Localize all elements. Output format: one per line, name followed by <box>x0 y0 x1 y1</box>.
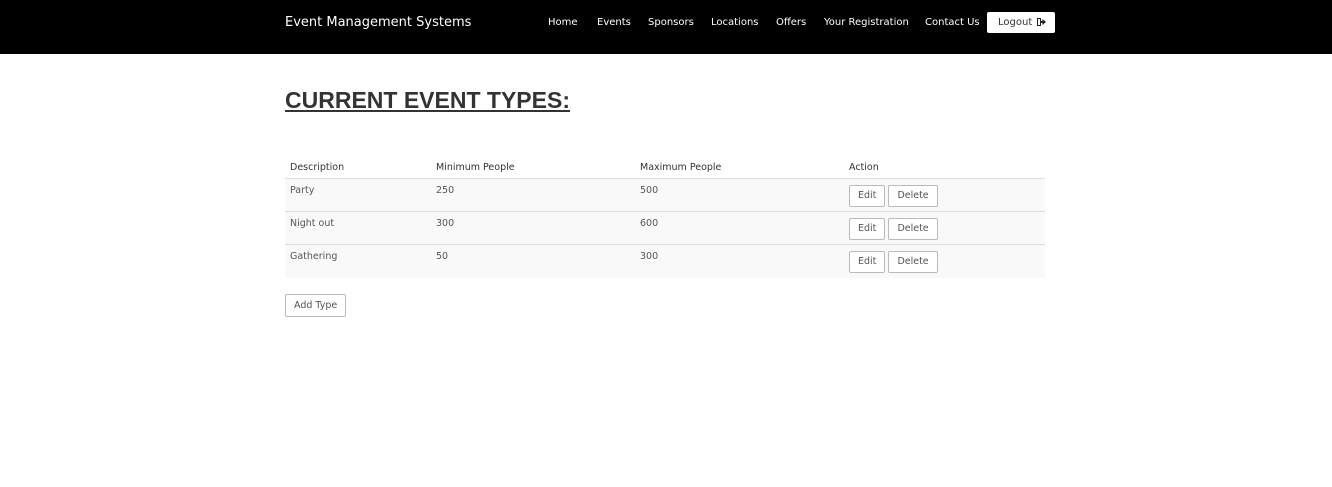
cell-description: Gathering <box>285 244 431 278</box>
logout-button[interactable]: Logout <box>987 12 1055 33</box>
cell-minimum-people: 250 <box>431 178 635 212</box>
nav-item-your-registration[interactable]: Your Registration <box>824 16 909 30</box>
nav-item-contact-us[interactable]: Contact Us <box>925 16 980 30</box>
delete-button[interactable]: Delete <box>888 218 938 240</box>
top-navbar: Event Management Systems Home Events Spo… <box>0 0 1332 54</box>
delete-button[interactable]: Delete <box>888 185 938 207</box>
cell-action: Edit Delete <box>844 244 1045 278</box>
cell-maximum-people: 500 <box>635 178 844 212</box>
edit-button[interactable]: Edit <box>849 185 886 207</box>
edit-button[interactable]: Edit <box>849 251 886 273</box>
nav-item-home[interactable]: Home <box>548 16 578 30</box>
header-description: Description <box>285 157 431 179</box>
cell-minimum-people: 300 <box>431 211 635 245</box>
table-row: Gathering 50 300 Edit Delete <box>285 244 1045 278</box>
nav-item-sponsors[interactable]: Sponsors <box>648 16 694 30</box>
cell-description: Night out <box>285 211 431 245</box>
header-maximum-people: Maximum People <box>635 157 844 179</box>
sign-out-icon <box>1037 18 1047 26</box>
cell-maximum-people: 600 <box>635 211 844 245</box>
table-row: Party 250 500 Edit Delete <box>285 178 1045 212</box>
logout-label: Logout <box>998 17 1033 28</box>
page-title: CURRENT EVENT TYPES: <box>285 87 570 113</box>
header-action: Action <box>844 157 1045 179</box>
cell-maximum-people: 300 <box>635 244 844 278</box>
delete-button[interactable]: Delete <box>888 251 938 273</box>
table-header-row: Description Minimum People Maximum Peopl… <box>285 157 1045 179</box>
brand-title[interactable]: Event Management Systems <box>285 14 471 32</box>
nav-item-locations[interactable]: Locations <box>711 16 759 30</box>
cell-action: Edit Delete <box>844 211 1045 245</box>
header-minimum-people: Minimum People <box>431 157 635 179</box>
add-type-button[interactable]: Add Type <box>285 294 347 317</box>
nav-item-offers[interactable]: Offers <box>776 16 806 30</box>
cell-minimum-people: 50 <box>431 244 635 278</box>
table-row: Night out 300 600 Edit Delete <box>285 211 1045 245</box>
event-types-table: Description Minimum People Maximum Peopl… <box>285 157 1045 278</box>
cell-action: Edit Delete <box>844 178 1045 212</box>
nav-item-events[interactable]: Events <box>597 16 631 30</box>
cell-description: Party <box>285 178 431 212</box>
edit-button[interactable]: Edit <box>849 218 886 240</box>
